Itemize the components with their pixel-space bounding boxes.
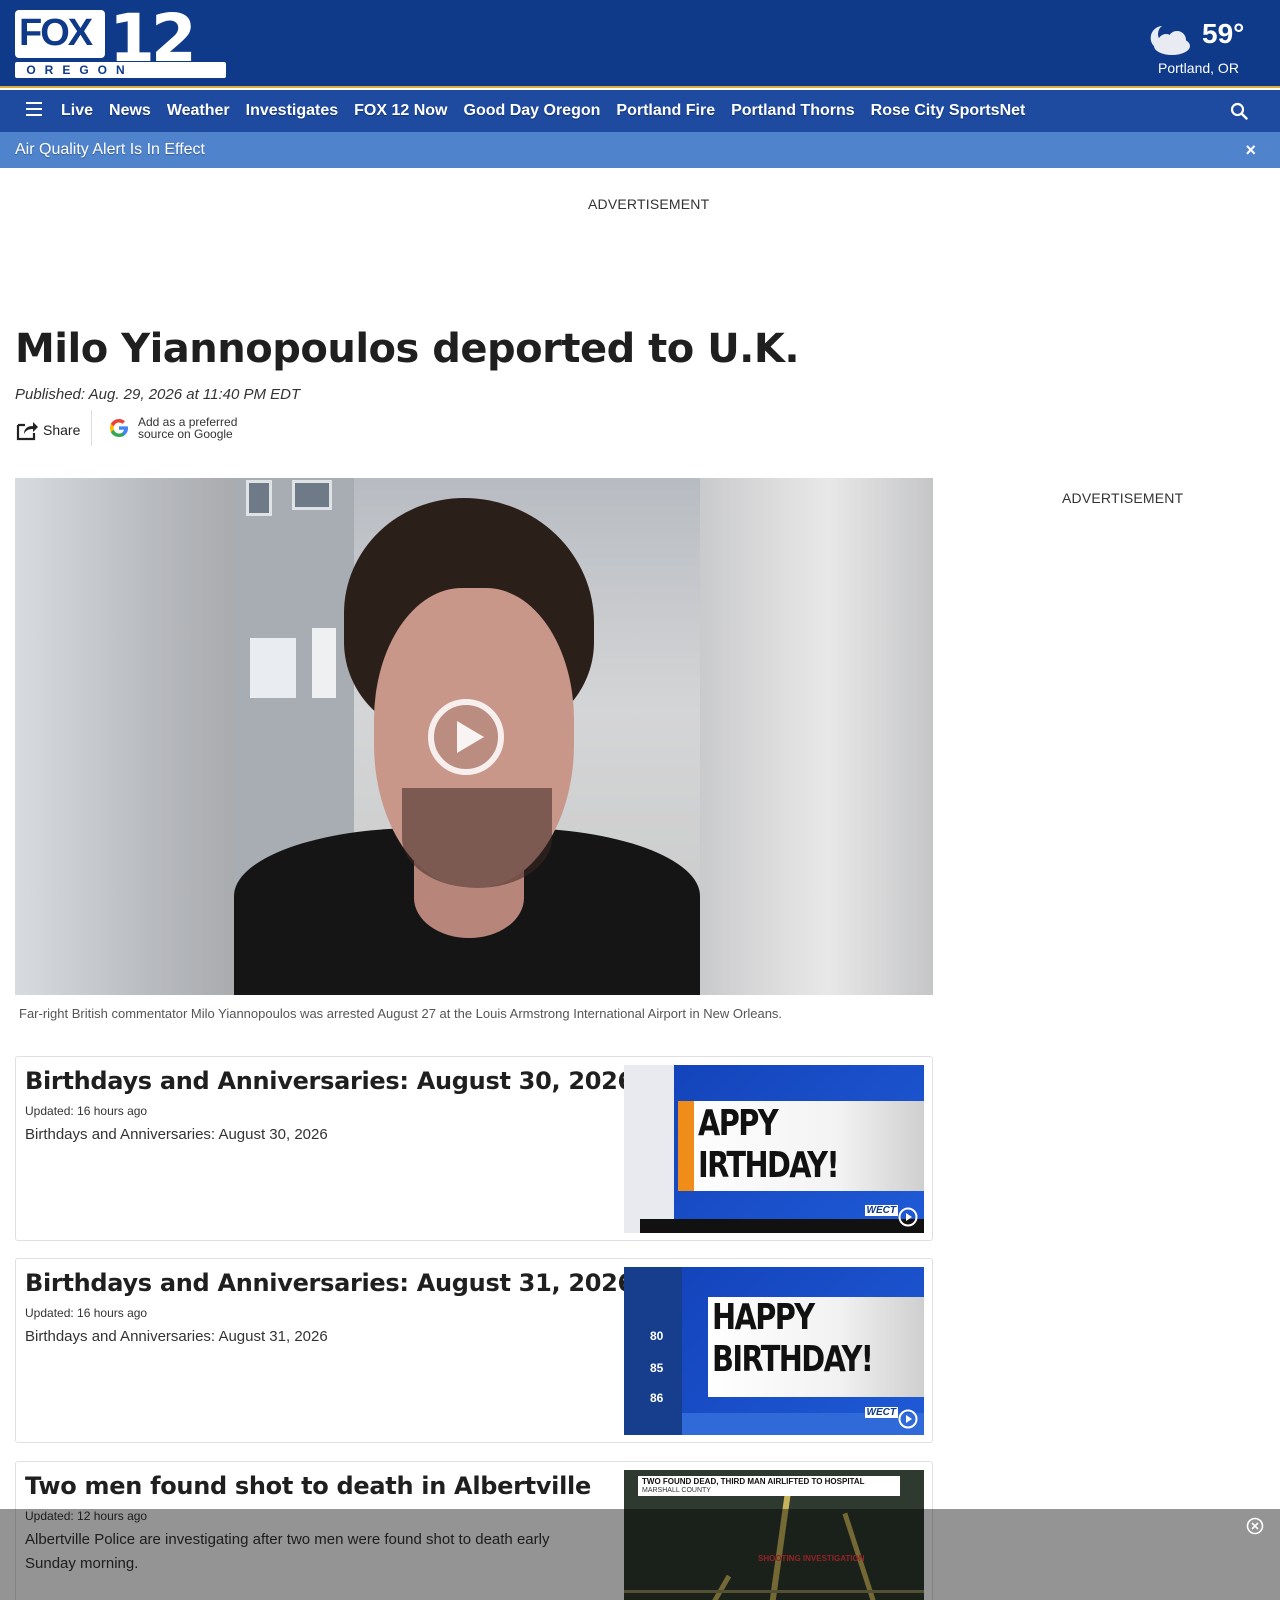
divider — [91, 410, 92, 446]
share-icon — [16, 422, 38, 441]
nav-item-investigates[interactable]: Investigates — [246, 102, 338, 120]
alert-banner[interactable]: Air Quality Alert Is In Effect × — [0, 132, 1280, 168]
thumbnail-title: TWO FOUND DEAD, THIRD MAN AIRLIFTED TO H… — [642, 1477, 865, 1486]
sticky-ad-overlay — [0, 1509, 1280, 1600]
story-updated: Updated: 16 hours ago — [25, 1306, 148, 1320]
nav-item-fox12-now[interactable]: FOX 12 Now — [354, 102, 447, 120]
thumbnail-subtitle: MARSHALL COUNTY — [642, 1487, 711, 1494]
nav-item-portland-fire[interactable]: Portland Fire — [616, 102, 715, 120]
share-label: Share — [43, 422, 81, 438]
google-preferred-source-button[interactable]: Add as a preferred source on Google — [108, 416, 248, 440]
close-icon[interactable]: × — [1245, 140, 1256, 161]
masthead: FOX 12 OREGON 59° Portland, OR — [0, 0, 1280, 88]
nav-item-rose-city-sportsnet[interactable]: Rose City SportsNet — [871, 102, 1026, 120]
published-date: Published: Aug. 29, 2026 at 11:40 PM EDT — [15, 386, 301, 403]
nav-item-good-day-oregon[interactable]: Good Day Oregon — [464, 102, 601, 120]
nav-item-portland-thorns[interactable]: Portland Thorns — [731, 102, 855, 120]
nav-items: Live News Weather Investigates FOX 12 No… — [61, 90, 1041, 132]
article-headline: Milo Yiannopoulos deported to U.K. — [15, 326, 800, 372]
weather-temp: 59° — [1202, 18, 1245, 49]
story-description: Birthdays and Anniversaries: August 31, … — [25, 1328, 328, 1345]
story-updated: Updated: 16 hours ago — [25, 1104, 148, 1118]
nav-item-live[interactable]: Live — [61, 102, 93, 120]
fox12-logo[interactable]: FOX 12 OREGON — [15, 0, 226, 78]
sidebar-advertisement-label: ADVERTISEMENT — [1062, 490, 1184, 506]
google-source-label: Add as a preferred source on Google — [138, 415, 238, 441]
main-nav: Live News Weather Investigates FOX 12 No… — [0, 90, 1280, 132]
story-title[interactable]: Birthdays and Anniversaries: August 31, … — [25, 1269, 634, 1297]
share-button[interactable]: Share — [15, 416, 80, 444]
weather-location: Portland, OR — [1158, 60, 1239, 76]
story-card[interactable]: Birthdays and Anniversaries: August 30, … — [15, 1056, 933, 1241]
nav-item-weather[interactable]: Weather — [167, 102, 230, 120]
thumbnail-text: HAPPY BIRTHDAY! — [712, 1297, 874, 1380]
story-title[interactable]: Birthdays and Anniversaries: August 30, … — [25, 1067, 634, 1095]
story-description: Birthdays and Anniversaries: August 30, … — [25, 1126, 328, 1143]
weather-widget[interactable]: 59° Portland, OR — [1144, 16, 1264, 78]
alert-text[interactable]: Air Quality Alert Is In Effect — [15, 141, 205, 159]
partly-cloudy-night-icon — [1150, 26, 1190, 55]
story-card[interactable]: Birthdays and Anniversaries: August 31, … — [15, 1258, 933, 1443]
search-icon[interactable] — [1230, 102, 1248, 120]
play-icon[interactable] — [426, 697, 506, 777]
advertisement-label: ADVERTISEMENT — [588, 196, 710, 212]
story-title[interactable]: Two men found shot to death in Albertvil… — [25, 1472, 591, 1500]
article-video-player[interactable] — [15, 478, 933, 995]
wect-logo: WECT — [864, 1407, 898, 1418]
google-icon — [110, 419, 128, 437]
play-icon — [898, 1207, 918, 1227]
wect-logo: WECT — [864, 1205, 898, 1216]
thumbnail-text: APPY IRTHDAY! — [698, 1103, 840, 1186]
hamburger-menu-icon[interactable] — [26, 102, 42, 118]
story-thumbnail[interactable]: APPY IRTHDAY! WECT — [624, 1065, 924, 1233]
close-icon[interactable] — [1246, 1517, 1264, 1535]
play-icon — [898, 1409, 918, 1429]
forecast-panel: 80 85 86 — [624, 1267, 682, 1435]
nav-item-news[interactable]: News — [109, 102, 151, 120]
video-caption: Far-right British commentator Milo Yiann… — [19, 1006, 783, 1021]
story-thumbnail[interactable]: 80 85 86 HAPPY BIRTHDAY! WECT — [624, 1267, 924, 1435]
